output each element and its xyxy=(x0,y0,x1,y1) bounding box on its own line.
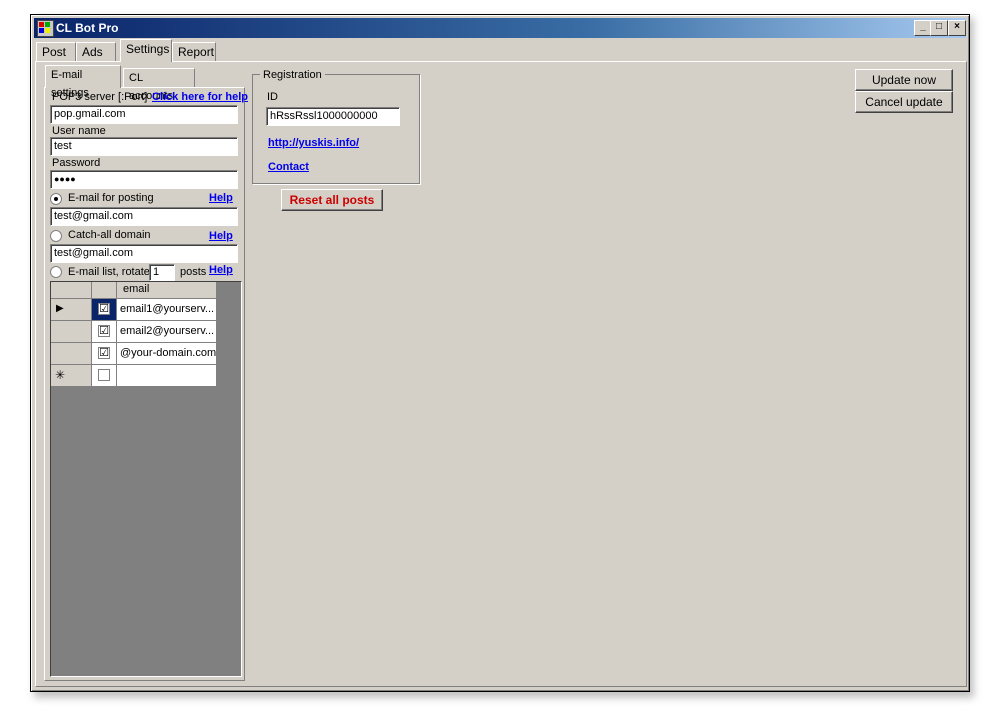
row-1-check-cell[interactable]: ☑ xyxy=(92,299,117,321)
row-indicator[interactable]: ▶ xyxy=(51,299,92,321)
row-2-checkbox[interactable]: ☑ xyxy=(98,325,110,337)
tab-post[interactable]: Post xyxy=(36,42,76,62)
row-3-email-cell[interactable]: @your-domain.com xyxy=(117,343,217,365)
email-list-label: E-mail list, rotate xyxy=(68,266,150,278)
app-icon xyxy=(37,20,54,37)
posting-help-link[interactable]: Help xyxy=(209,192,233,204)
tab-report[interactable]: Report xyxy=(172,42,216,62)
close-button[interactable]: × xyxy=(948,20,966,36)
tab-cl-accounts[interactable]: CL accounts xyxy=(123,68,195,102)
email-list-radio[interactable] xyxy=(50,266,62,278)
tab-settings[interactable]: Settings xyxy=(120,39,172,62)
title-bar[interactable]: CL Bot Pro _ □ × xyxy=(34,18,966,38)
new-row-indicator[interactable]: ✳ xyxy=(51,365,92,387)
row-header[interactable] xyxy=(51,343,92,365)
posting-email-input[interactable]: test@gmail.com xyxy=(50,207,238,226)
catchall-label: Catch-all domain xyxy=(68,229,151,241)
reset-all-posts-button[interactable]: Reset all posts xyxy=(281,189,383,211)
row-3-checkbox[interactable]: ☑ xyxy=(98,347,110,359)
row-2-check-cell[interactable]: ☑ xyxy=(92,321,117,343)
app-window: CL Bot Pro _ □ × Post Ads Settings Repor… xyxy=(30,14,970,692)
pop3-server-input[interactable]: pop.gmail.com xyxy=(50,105,238,124)
website-link[interactable]: http://yuskis.info/ xyxy=(268,137,359,149)
tab-email-settings[interactable]: E-mail settings xyxy=(45,65,121,99)
catchall-radio[interactable] xyxy=(50,230,62,242)
update-now-button[interactable]: Update now xyxy=(855,69,953,91)
contact-link[interactable]: Contact xyxy=(268,161,309,173)
id-label: ID xyxy=(267,91,278,103)
pop3-help-link[interactable]: Click here for help xyxy=(152,91,248,103)
password-input[interactable]: ●●●● xyxy=(50,170,238,189)
window-title: CL Bot Pro xyxy=(56,21,119,35)
row-1-email-cell[interactable]: email1@yourserv... xyxy=(117,299,217,321)
row-2-email-cell[interactable]: email2@yourserv... xyxy=(117,321,217,343)
posting-radio[interactable] xyxy=(50,193,62,205)
row-1-checkbox[interactable]: ☑ xyxy=(98,303,110,315)
grid-check-header[interactable] xyxy=(92,282,117,299)
email-grid[interactable]: email ▶ ☑ email1@yourserv... ☑ email2@yo… xyxy=(50,281,242,677)
registration-label: Registration xyxy=(260,69,325,81)
cancel-update-button[interactable]: Cancel update xyxy=(855,91,953,113)
catchall-input[interactable]: test@gmail.com xyxy=(50,244,238,263)
posts-label: posts xyxy=(180,266,207,278)
new-row-email-cell[interactable] xyxy=(117,365,217,387)
row-3-check-cell[interactable]: ☑ xyxy=(92,343,117,365)
new-row-checkbox[interactable] xyxy=(98,369,110,381)
email-list-help-link[interactable]: Help xyxy=(209,264,233,276)
password-label: Password xyxy=(52,157,101,169)
row-header[interactable] xyxy=(51,321,92,343)
catchall-help-link[interactable]: Help xyxy=(209,230,233,242)
maximize-button[interactable]: □ xyxy=(930,20,948,36)
tab-ads[interactable]: Ads xyxy=(76,42,116,62)
grid-corner-header xyxy=(51,282,92,299)
posting-label: E-mail for posting xyxy=(68,192,154,204)
username-input[interactable]: test xyxy=(50,137,238,156)
grid-email-header[interactable]: email xyxy=(117,282,217,299)
new-row-check-cell[interactable] xyxy=(92,365,117,387)
id-input[interactable]: hRssRssl1000000000 xyxy=(266,107,400,126)
username-label: User name xyxy=(52,125,106,137)
rotate-count-input[interactable]: 1 xyxy=(149,264,175,281)
